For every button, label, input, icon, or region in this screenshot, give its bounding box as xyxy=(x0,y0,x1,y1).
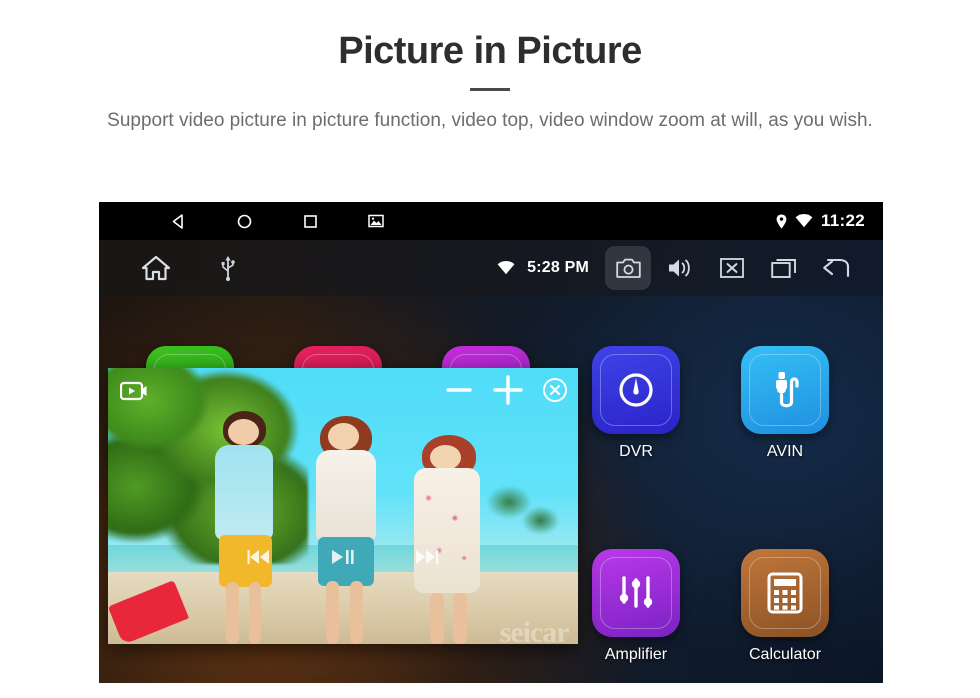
toolbar-usb-button[interactable] xyxy=(205,246,251,290)
video-person-1 xyxy=(202,407,296,644)
avin-tile xyxy=(741,346,829,434)
avin-plug-icon xyxy=(776,372,799,408)
android-nav-keys xyxy=(99,202,409,240)
nav-recents-button[interactable] xyxy=(277,202,343,240)
minus-icon xyxy=(446,388,472,392)
calculator-tile xyxy=(741,549,829,637)
location-pin-icon xyxy=(776,214,787,228)
toolbar-home-button[interactable] xyxy=(133,246,179,290)
pip-shrink-button[interactable] xyxy=(444,375,474,405)
title-divider xyxy=(470,87,510,91)
toolbar-recents-button[interactable] xyxy=(761,246,807,290)
pip-enlarge-button[interactable] xyxy=(492,374,524,406)
pip-window-controls xyxy=(444,374,568,406)
close-box-icon xyxy=(720,258,744,278)
app-label: Calculator xyxy=(748,646,822,663)
app-cell-avin[interactable]: AVIN xyxy=(720,346,850,461)
previous-track-icon xyxy=(247,550,269,565)
dvr-tile xyxy=(592,346,680,434)
wifi-icon xyxy=(795,214,813,228)
pip-playback-controls xyxy=(108,547,578,572)
wifi-icon xyxy=(497,261,515,275)
toolbar-camera-button[interactable] xyxy=(605,246,651,290)
page-header: Picture in Picture Support video picture… xyxy=(0,0,980,135)
nav-back-button[interactable] xyxy=(145,202,211,240)
home-icon xyxy=(141,255,171,281)
close-circle-icon xyxy=(543,378,567,402)
calculator-icon xyxy=(767,572,803,614)
plus-icon xyxy=(493,375,523,405)
video-person-2 xyxy=(301,401,400,644)
screenshot-image-icon xyxy=(368,214,384,228)
video-camera-icon xyxy=(119,381,147,401)
video-person-3 xyxy=(399,412,502,644)
recents-square-icon xyxy=(303,214,317,228)
toolbar-volume-button[interactable] xyxy=(657,246,703,290)
pip-play-pause-button[interactable] xyxy=(330,547,356,572)
app-toolbar: 5:28 PM xyxy=(99,240,883,296)
app-cell-amplifier[interactable]: Amplifier xyxy=(571,549,701,664)
pip-close-button[interactable] xyxy=(542,377,568,403)
usb-icon xyxy=(221,256,235,281)
app-label: AVIN xyxy=(766,443,804,460)
amplifier-equalizer-icon xyxy=(619,576,653,608)
dvr-gauge-icon xyxy=(619,373,653,407)
pip-next-button[interactable] xyxy=(414,547,440,572)
speaker-volume-icon xyxy=(669,259,690,277)
toolbar-time: 5:28 PM xyxy=(527,259,589,276)
back-arrow-icon xyxy=(823,258,850,278)
recents-window-icon xyxy=(771,258,796,278)
pip-window[interactable]: seicar xyxy=(108,368,578,644)
status-indicators: 11:22 xyxy=(776,211,883,231)
next-track-icon xyxy=(416,550,439,565)
app-cell-dvr[interactable]: DVR xyxy=(571,346,701,461)
app-label: DVR xyxy=(619,443,653,460)
pip-video-badge[interactable] xyxy=(119,380,148,402)
toolbar-close-button[interactable] xyxy=(709,246,755,290)
nav-screenshot-button[interactable] xyxy=(343,202,409,240)
app-toolbar-left xyxy=(99,246,251,290)
back-triangle-icon xyxy=(172,213,183,229)
pip-video-surface: seicar xyxy=(108,368,578,644)
play-pause-icon xyxy=(332,550,354,565)
camera-icon xyxy=(615,258,641,278)
app-label: Amplifier xyxy=(604,646,668,663)
app-cell-calculator[interactable]: Calculator xyxy=(720,549,850,664)
status-clock: 11:22 xyxy=(820,211,865,230)
home-circle-icon xyxy=(237,214,251,228)
device-screen: 11:22 5:28 PM DVR AVIN Amplifier Calcula… xyxy=(99,202,883,683)
toolbar-back-button[interactable] xyxy=(813,246,859,290)
pip-previous-button[interactable] xyxy=(246,547,272,572)
app-toolbar-right: 5:28 PM xyxy=(497,246,883,290)
android-status-bar: 11:22 xyxy=(99,202,883,240)
amplifier-tile xyxy=(592,549,680,637)
nav-home-button[interactable] xyxy=(211,202,277,240)
video-watermark: seicar xyxy=(499,615,570,644)
page-subtitle: Support video picture in picture functio… xyxy=(107,109,873,131)
page-title: Picture in Picture xyxy=(338,30,642,72)
